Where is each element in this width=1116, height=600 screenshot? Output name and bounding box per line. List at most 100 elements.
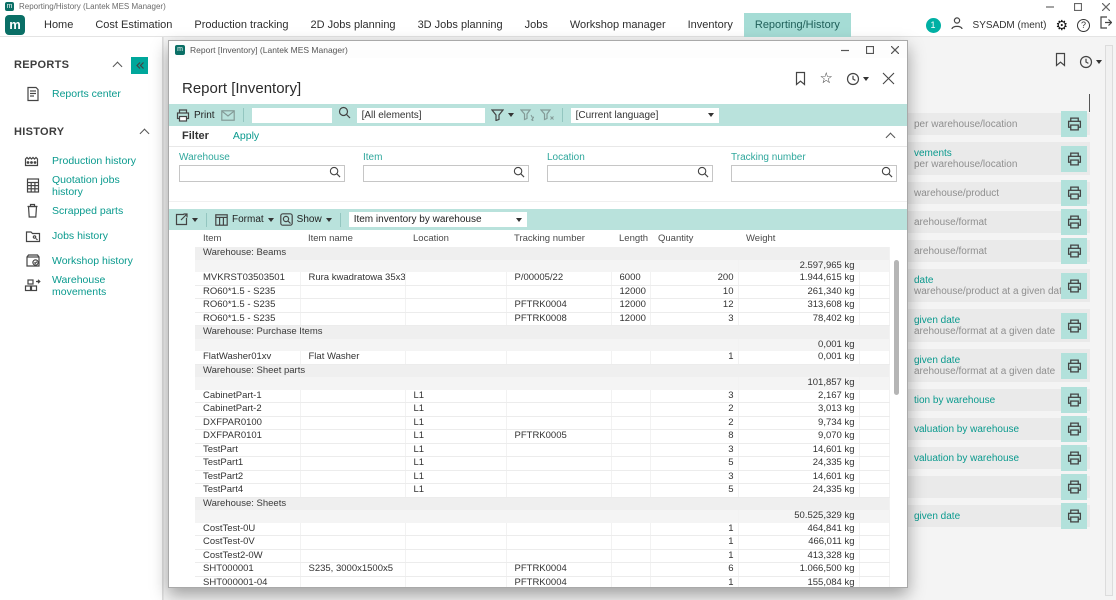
inventory-item-row[interactable]: CostTest-0V1466,011 kg bbox=[173, 536, 889, 550]
panel-collapse-chevron-icon[interactable] bbox=[1089, 95, 1090, 113]
inventory-item-row[interactable]: RO60*1.5 - S235PFTRK000812000378,402 kg bbox=[173, 312, 889, 326]
search-icon[interactable] bbox=[338, 106, 351, 124]
print-report-button[interactable] bbox=[1061, 445, 1087, 471]
inventory-item-row[interactable]: TestPart2L1314,601 kg bbox=[173, 470, 889, 484]
panel-scrollbar[interactable] bbox=[1105, 45, 1113, 596]
format-button[interactable]: Format bbox=[215, 214, 274, 226]
print-report-button[interactable] bbox=[1061, 209, 1087, 235]
location-search-input[interactable] bbox=[547, 165, 713, 182]
menu-item-2d-jobs-planning[interactable]: 2D Jobs planning bbox=[300, 13, 407, 37]
sidebar-item-production-history[interactable]: Production history bbox=[0, 148, 162, 173]
inventory-item-row[interactable]: SHT000001S235, 3000x1500x5PFTRK000461.06… bbox=[173, 563, 889, 577]
inventory-item-row[interactable]: DXFPAR0100L129,734 kg bbox=[173, 416, 889, 430]
tracking-number-search-input[interactable] bbox=[731, 165, 897, 182]
report-close-icon[interactable] bbox=[891, 41, 899, 59]
print-report-button[interactable] bbox=[1061, 313, 1087, 339]
table-scrollbar-thumb[interactable] bbox=[894, 260, 899, 395]
close-report-icon[interactable] bbox=[882, 72, 895, 85]
settings-gear-icon[interactable]: ⚙ bbox=[1055, 18, 1068, 32]
sidebar-item-jobs-history[interactable]: Jobs history bbox=[0, 223, 162, 248]
print-button[interactable]: Print bbox=[176, 109, 215, 122]
minimize-icon[interactable] bbox=[1046, 3, 1054, 11]
print-report-button[interactable] bbox=[1061, 503, 1087, 529]
inventory-item-row[interactable]: CabinetPart-1L132,167 kg bbox=[173, 390, 889, 403]
column-header-location[interactable]: Location bbox=[405, 230, 506, 247]
print-report-button[interactable] bbox=[1061, 387, 1087, 413]
close-icon[interactable] bbox=[1102, 3, 1110, 11]
export-icon[interactable] bbox=[175, 213, 198, 226]
inventory-item-row[interactable]: SHT000001-04PFTRK00041155,084 kg bbox=[173, 576, 889, 587]
bookmark-icon[interactable] bbox=[794, 71, 807, 86]
inventory-item-row[interactable]: RO60*1.5 - S2351200010261,340 kg bbox=[173, 285, 889, 299]
column-header-weight[interactable]: Weight bbox=[738, 230, 859, 247]
print-report-button[interactable] bbox=[1061, 474, 1087, 500]
logout-icon[interactable] bbox=[1099, 16, 1112, 34]
sidebar-item-warehouse-movements[interactable]: Warehouse movements bbox=[0, 273, 162, 298]
user-name[interactable]: SYSADM (ment) bbox=[973, 20, 1047, 31]
filter-funnel-icon[interactable] bbox=[491, 109, 514, 121]
section-collapse-chevron-icon[interactable] bbox=[113, 62, 123, 72]
menu-item-inventory[interactable]: Inventory bbox=[677, 13, 744, 37]
inventory-item-row[interactable]: RO60*1.5 - S235PFTRK00041200012313,608 k… bbox=[173, 299, 889, 313]
report-card[interactable]: vementsper warehouse/location bbox=[908, 142, 1090, 175]
inventory-item-row[interactable]: TestPart1L1524,335 kg bbox=[173, 457, 889, 471]
notification-badge[interactable]: 1 bbox=[926, 18, 941, 33]
section-collapse-chevron-icon[interactable] bbox=[140, 129, 150, 139]
column-header-quantity[interactable]: Quantity bbox=[650, 230, 738, 247]
report-card[interactable]: given datearehouse/format at a given dat… bbox=[908, 309, 1090, 342]
warehouse-group-row[interactable]: Warehouse: Sheets bbox=[173, 497, 889, 510]
print-report-button[interactable] bbox=[1061, 111, 1087, 137]
column-header-tracking-number[interactable]: Tracking number bbox=[506, 230, 611, 247]
column-header-item-name[interactable]: Item name bbox=[300, 230, 405, 247]
warehouse-group-row[interactable]: Warehouse: Purchase Items bbox=[173, 326, 889, 339]
maximize-icon[interactable] bbox=[1074, 3, 1082, 11]
report-card[interactable]: arehouse/format bbox=[908, 240, 1090, 262]
group-summary-row[interactable]: 0,001 kg bbox=[173, 339, 889, 352]
group-summary-row[interactable]: 101,857 kg bbox=[173, 377, 889, 390]
menu-item-workshop-manager[interactable]: Workshop manager bbox=[559, 13, 677, 37]
print-report-button[interactable] bbox=[1061, 273, 1087, 299]
menu-item-reporting-history[interactable]: Reporting/History bbox=[744, 13, 851, 37]
inventory-item-row[interactable]: TestPart4L1524,335 kg bbox=[173, 484, 889, 498]
report-card[interactable]: datewarehouse/product at a given date bbox=[908, 269, 1090, 302]
report-card[interactable]: arehouse/format bbox=[908, 211, 1090, 233]
report-minimize-icon[interactable] bbox=[841, 41, 849, 59]
print-report-button[interactable] bbox=[1061, 353, 1087, 379]
history-clock-icon[interactable] bbox=[846, 72, 869, 86]
inventory-item-row[interactable]: CostTest-0U1464,841 kg bbox=[173, 523, 889, 536]
history-clock-icon[interactable] bbox=[1079, 55, 1102, 69]
menu-item-jobs[interactable]: Jobs bbox=[514, 13, 559, 37]
search-input[interactable] bbox=[252, 108, 332, 123]
report-card[interactable]: given datearehouse/format at a given dat… bbox=[908, 349, 1090, 382]
email-icon[interactable] bbox=[221, 110, 235, 121]
report-card[interactable]: tion by warehouse bbox=[908, 389, 1090, 411]
print-report-button[interactable] bbox=[1061, 146, 1087, 172]
print-report-button[interactable] bbox=[1061, 180, 1087, 206]
filter-clear-icon[interactable] bbox=[540, 109, 554, 121]
sidebar-item-workshop-history[interactable]: Workshop history bbox=[0, 248, 162, 273]
print-report-button[interactable] bbox=[1061, 238, 1087, 264]
filter-collapse-chevron-icon[interactable] bbox=[886, 133, 896, 143]
group-summary-row[interactable]: 2.597,965 kg bbox=[173, 260, 889, 273]
elements-filter-select[interactable]: [All elements] bbox=[357, 108, 485, 123]
inventory-item-row[interactable]: CabinetPart-2L123,013 kg bbox=[173, 403, 889, 417]
column-header-item[interactable]: Item bbox=[195, 230, 300, 247]
apply-filter-link[interactable]: Apply bbox=[233, 130, 887, 142]
warehouse-group-row[interactable]: Warehouse: Sheet parts bbox=[173, 364, 889, 377]
filter-favorite-icon[interactable] bbox=[520, 109, 534, 121]
inventory-item-row[interactable]: CostTest2-0W1413,328 kg bbox=[173, 549, 889, 563]
warehouse-group-row[interactable]: Warehouse: Beams bbox=[173, 247, 889, 260]
column-header-length[interactable]: Length bbox=[611, 230, 650, 247]
bookmark-icon[interactable] bbox=[1054, 52, 1067, 72]
inventory-item-row[interactable]: DXFPAR0101L1PFTRK000589,070 kg bbox=[173, 430, 889, 444]
report-card[interactable]: warehouse/product bbox=[908, 182, 1090, 204]
inventory-item-row[interactable]: MVKRST03503501Rura kwadratowa 35x35x...P… bbox=[173, 272, 889, 285]
table-scrollbar[interactable] bbox=[894, 246, 900, 581]
menu-item-3d-jobs-planning[interactable]: 3D Jobs planning bbox=[407, 13, 514, 37]
print-report-button[interactable] bbox=[1061, 416, 1087, 442]
menu-item-cost-estimation[interactable]: Cost Estimation bbox=[84, 13, 183, 37]
favorite-star-icon[interactable]: ☆ bbox=[820, 71, 833, 86]
report-card[interactable]: per warehouse/location bbox=[908, 113, 1090, 135]
group-summary-row[interactable]: 50.525,329 kg bbox=[173, 510, 889, 523]
report-card[interactable] bbox=[908, 476, 1090, 498]
